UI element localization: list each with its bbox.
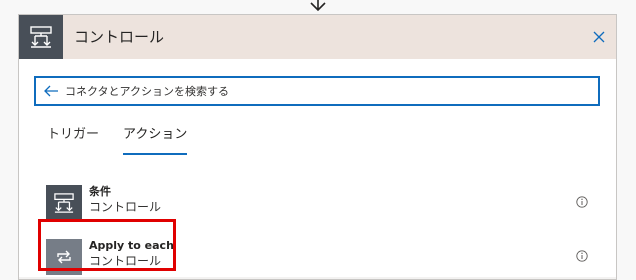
control-icon [19, 15, 63, 59]
control-card: コントロール トリガー アクション [18, 14, 617, 280]
loop-icon [46, 239, 82, 275]
list-bottom-edge [19, 277, 616, 279]
back-button[interactable] [39, 78, 63, 104]
search-input[interactable] [63, 79, 598, 103]
action-item-condition[interactable]: 条件 コントロール [46, 183, 588, 223]
flow-arrow-down-icon [310, 0, 326, 12]
action-connector: コントロール [89, 254, 162, 268]
search-box [34, 76, 600, 106]
card-header[interactable]: コントロール [19, 15, 616, 60]
tab-actions[interactable]: アクション [123, 121, 188, 155]
info-icon[interactable] [576, 196, 588, 208]
tab-triggers[interactable]: トリガー [47, 121, 99, 155]
tab-bar: トリガー アクション [47, 121, 211, 157]
close-button[interactable] [590, 28, 608, 46]
action-connector: コントロール [89, 200, 162, 214]
arrow-left-icon [44, 85, 58, 97]
card-body: トリガー アクション 条件 コントロール [19, 59, 616, 279]
condition-icon [46, 185, 82, 221]
action-item-apply-to-each[interactable]: Apply to each コントロール [46, 237, 588, 277]
action-name: 条件 [89, 185, 111, 198]
close-icon [593, 31, 605, 43]
info-icon[interactable] [576, 250, 588, 262]
action-name: Apply to each [89, 239, 174, 252]
card-title: コントロール [74, 28, 165, 46]
